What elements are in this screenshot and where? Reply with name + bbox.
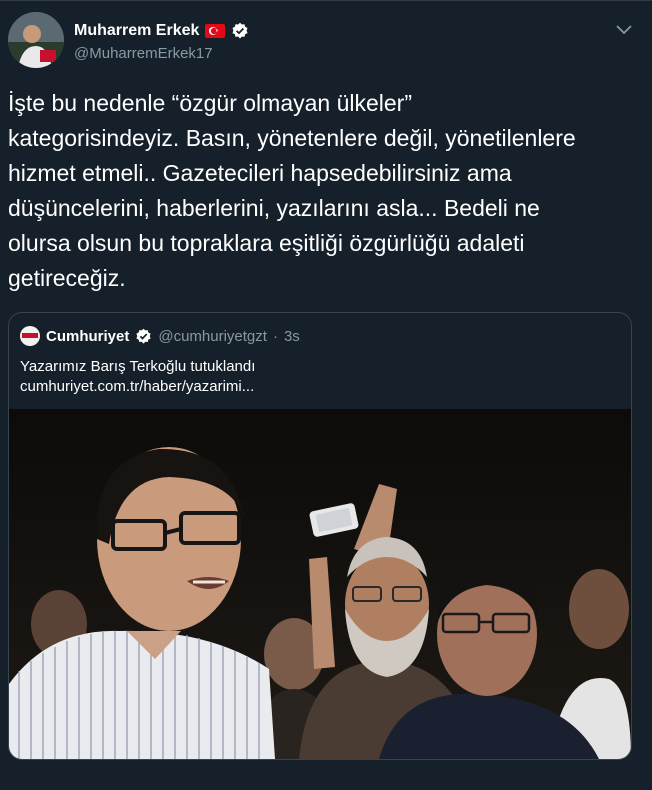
news-photo[interactable] <box>9 409 631 759</box>
quoted-tweet-link[interactable]: cumhuriyet.com.tr/haber/yazarimi... <box>20 377 254 397</box>
quoted-tweet-header: Cumhuriyet @cumhuriyetgzt · 3s <box>20 326 300 346</box>
verified-badge-icon <box>135 328 152 345</box>
author-handle[interactable]: @MuharremErkek17 <box>74 45 213 62</box>
author-avatar[interactable] <box>8 12 64 68</box>
tweet-text: İşte bu nedenle “özgür olmayan ülkeler” … <box>8 90 576 291</box>
quoted-tweet-text: Yazarımız Barış Terkoğlu tutuklandı <box>20 358 256 375</box>
quoted-timestamp: 3s <box>283 327 300 345</box>
quoted-author-avatar <box>20 326 40 346</box>
quoted-tweet-card[interactable]: Cumhuriyet @cumhuriyetgzt · 3s Yazarımız… <box>8 312 632 760</box>
quoted-display-name: Cumhuriyet <box>46 327 130 345</box>
turkey-flag-icon <box>205 24 226 38</box>
author-display-name[interactable]: Muharrem Erkek <box>74 22 199 40</box>
quoted-handle: @cumhuriyetgzt <box>158 327 267 345</box>
verified-badge-icon <box>231 22 249 40</box>
chevron-down-icon[interactable] <box>614 22 634 38</box>
author-name-row: Muharrem Erkek <box>74 22 249 40</box>
separator-dot: · <box>272 327 278 345</box>
tweet-header: Muharrem Erkek @MuharremErkek17 <box>0 0 652 72</box>
